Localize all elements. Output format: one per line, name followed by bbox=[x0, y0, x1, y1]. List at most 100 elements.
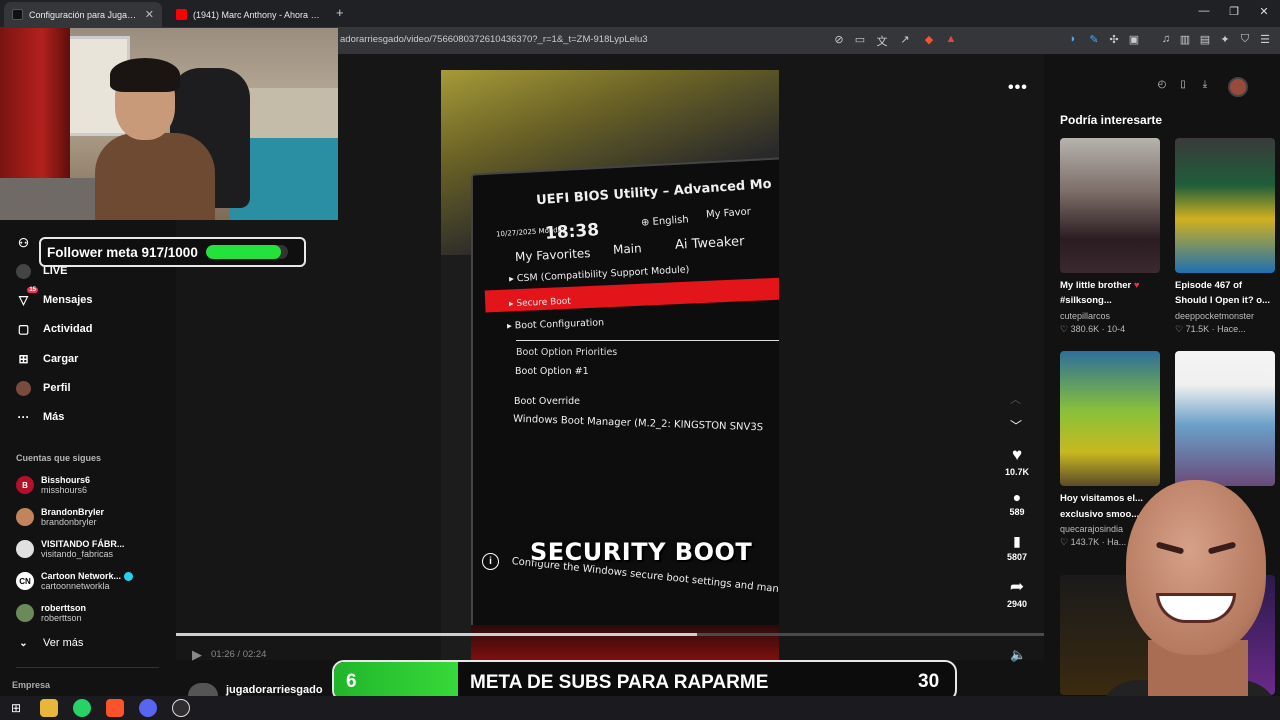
url-field[interactable]: adorarriesgado/video/7566080372610436370… bbox=[340, 34, 648, 45]
following-account[interactable]: roberttson roberttson bbox=[16, 599, 86, 627]
extension-icon[interactable]: ◗ bbox=[1066, 33, 1080, 45]
bios-item: Boot Option Priorities bbox=[516, 347, 618, 358]
message-badge: 15 bbox=[27, 286, 38, 293]
windows-icon[interactable]: ⊞ bbox=[7, 699, 25, 717]
upload-icon: ⊞ bbox=[18, 352, 29, 366]
chevron-down-icon: ⌄ bbox=[19, 637, 28, 649]
new-tab-button[interactable]: + bbox=[336, 5, 344, 20]
account-handle: roberttson bbox=[41, 613, 82, 623]
reco-thumbnail[interactable] bbox=[1175, 351, 1275, 486]
leo-icon[interactable]: ✦ bbox=[1218, 33, 1232, 46]
close-window-icon[interactable]: ✕ bbox=[1257, 5, 1271, 18]
sidebar-item-upload[interactable]: ⊞ Cargar bbox=[16, 348, 78, 370]
close-tab-icon[interactable]: ✕ bbox=[145, 8, 154, 21]
sidebar-icon[interactable]: ▥ bbox=[1178, 33, 1192, 46]
author-avatar[interactable] bbox=[188, 683, 218, 696]
following-account[interactable]: B Bisshours6 misshours6 bbox=[16, 471, 90, 499]
sidebar-item-messages[interactable]: ▽ 15 Mensajes bbox=[16, 286, 93, 311]
reco-thumbnail[interactable] bbox=[1175, 138, 1275, 273]
windows-taskbar bbox=[0, 696, 1280, 720]
brave-icon[interactable] bbox=[106, 699, 124, 717]
account-name: BrandonBryler bbox=[41, 507, 105, 517]
discord-icon[interactable] bbox=[139, 699, 157, 717]
share-icon[interactable]: ↗ bbox=[898, 33, 912, 46]
reco-title[interactable]: Should I Open it? o... bbox=[1175, 293, 1279, 308]
avatar: CN bbox=[16, 572, 34, 590]
minimize-icon[interactable]: — bbox=[1197, 5, 1211, 17]
more-options-icon[interactable]: ••• bbox=[1008, 79, 1028, 97]
sidebar-item-activity[interactable]: ▢ Actividad bbox=[16, 318, 93, 340]
author-name[interactable]: jugadorarriesgado bbox=[226, 684, 323, 696]
bios-item: Boot Override bbox=[514, 396, 580, 407]
youtube-favicon-icon bbox=[176, 9, 187, 20]
reco-title[interactable]: #silksong... bbox=[1060, 293, 1164, 308]
reco-thumbnail[interactable] bbox=[1060, 351, 1160, 486]
following-account[interactable]: VISITANDO FÁBR... visitando_fabricas bbox=[16, 535, 124, 563]
sidebar-item-label: Perfil bbox=[43, 382, 71, 394]
follower-goal-bar bbox=[205, 245, 288, 259]
video-progress-bar[interactable] bbox=[176, 633, 1044, 636]
reco-title[interactable]: Episode 467 of bbox=[1175, 278, 1279, 293]
maximize-icon[interactable]: ❐ bbox=[1227, 5, 1241, 18]
info-icon[interactable]: i bbox=[482, 553, 499, 570]
bios-tab: Main bbox=[612, 241, 643, 257]
follower-goal-overlay: Follower meta 917/1000 bbox=[39, 237, 306, 267]
browser-tab-bar: Configuración para Jugar Battlef ✕ (1941… bbox=[0, 0, 1280, 27]
bios-red-glow bbox=[471, 625, 779, 660]
user-avatar[interactable] bbox=[1228, 77, 1248, 97]
cast-icon[interactable]: ▭ bbox=[853, 33, 867, 46]
tab-title: Configuración para Jugar Battlef bbox=[29, 9, 139, 20]
extension-icon[interactable]: ✎ bbox=[1087, 33, 1101, 46]
music-icon[interactable]: ♫ bbox=[1159, 33, 1173, 45]
bios-divider bbox=[516, 340, 779, 341]
live-icon bbox=[16, 263, 31, 279]
screenshot-icon[interactable]: ▣ bbox=[1127, 33, 1141, 46]
following-title: Cuentas que sigues bbox=[16, 453, 102, 463]
folder-icon[interactable] bbox=[40, 699, 58, 717]
whatsapp-icon[interactable] bbox=[73, 699, 91, 717]
play-icon[interactable]: ▶ bbox=[192, 647, 202, 663]
browser-tab-active[interactable]: Configuración para Jugar Battlef ✕ bbox=[4, 2, 162, 27]
video-player[interactable]: UEFI BIOS Utility – Advanced Mo 10/27/20… bbox=[441, 70, 779, 660]
brave-shield-icon[interactable]: ◆ bbox=[922, 33, 936, 46]
translate-icon[interactable]: 文 bbox=[875, 33, 889, 49]
meme-head bbox=[1126, 480, 1266, 655]
sidebar-item-more[interactable]: ··· Más bbox=[16, 406, 65, 428]
reco-user[interactable]: deeppocketmonster bbox=[1175, 311, 1254, 321]
account-handle: visitando_fabricas bbox=[41, 549, 114, 559]
sidebar-item-label: Mensajes bbox=[43, 294, 93, 306]
company-link[interactable]: Empresa bbox=[12, 680, 50, 690]
like-button[interactable]: ♥ 10.7K bbox=[1000, 445, 1034, 477]
menu-icon[interactable]: ☰ bbox=[1258, 33, 1272, 46]
clock-icon[interactable]: ◴ bbox=[1155, 79, 1169, 93]
phone-icon[interactable]: ▯ bbox=[1176, 79, 1190, 93]
obs-icon[interactable] bbox=[172, 699, 190, 717]
following-account[interactable]: CN Cartoon Network... cartoonnetworkla bbox=[16, 567, 134, 595]
heart-icon: ♥ bbox=[1011, 445, 1023, 464]
video-progress-fill bbox=[176, 633, 697, 636]
bios-time: 18:38 bbox=[544, 220, 600, 244]
next-video-icon[interactable]: ﹀ bbox=[1010, 417, 1022, 434]
brave-rewards-icon[interactable]: ▲ bbox=[944, 33, 958, 45]
sidebar-item-profile[interactable]: Perfil bbox=[16, 377, 71, 399]
browser-tab[interactable]: (1941) Marc Anthony - Ahora Quién bbox=[168, 2, 328, 27]
previous-video-icon[interactable]: ︿ bbox=[1010, 391, 1021, 407]
no-tracking-icon[interactable]: ⊘ bbox=[832, 33, 846, 46]
following-account[interactable]: BrandonBryler brandonbryler bbox=[16, 503, 104, 531]
account-handle: brandonbryler bbox=[41, 517, 97, 527]
wallet-icon[interactable]: ▤ bbox=[1198, 33, 1212, 46]
volume-icon[interactable]: 🔈 bbox=[1010, 647, 1026, 663]
download-icon[interactable]: ⤓ bbox=[1198, 79, 1212, 93]
reco-stats: ♡ 380.6K · 10-4 bbox=[1060, 324, 1126, 334]
sidebar-item-following[interactable]: ⚇ bbox=[16, 232, 31, 254]
avatar bbox=[16, 508, 34, 526]
users-icon: ⚇ bbox=[18, 236, 29, 250]
reco-user[interactable]: cutepillarcos bbox=[1060, 311, 1110, 321]
reco-title[interactable]: My little brother ♥ bbox=[1060, 278, 1164, 293]
puzzle-icon[interactable]: ✣ bbox=[1107, 33, 1121, 46]
video-time: 01:26 / 02:24 bbox=[211, 649, 267, 660]
reco-thumbnail[interactable] bbox=[1060, 138, 1160, 273]
see-more-button[interactable]: ⌄ Ver más bbox=[16, 632, 83, 654]
vpn-icon[interactable]: ⛉ bbox=[1238, 33, 1252, 46]
streamer-body bbox=[95, 133, 215, 220]
